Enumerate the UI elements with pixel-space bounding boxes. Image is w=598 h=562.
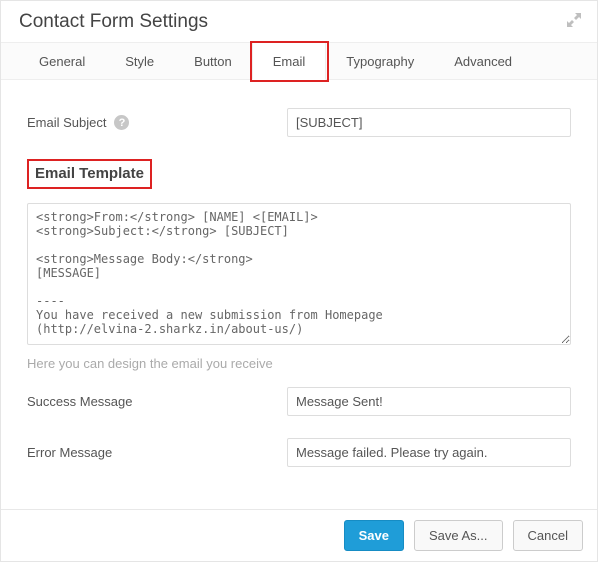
save-as-button[interactable]: Save As... xyxy=(414,520,503,551)
tab-typography[interactable]: Typography xyxy=(326,43,434,79)
label-success: Success Message xyxy=(27,394,287,409)
cancel-button[interactable]: Cancel xyxy=(513,520,583,551)
email-subject-input[interactable] xyxy=(287,108,571,137)
label-text: Email Subject xyxy=(27,115,106,130)
modal-footer: Save Save As... Cancel xyxy=(1,509,597,561)
tab-advanced[interactable]: Advanced xyxy=(434,43,532,79)
success-message-input[interactable] xyxy=(287,387,571,416)
tab-button[interactable]: Button xyxy=(174,43,252,79)
settings-modal: Contact Form Settings General Style Butt… xyxy=(0,0,598,562)
tab-style[interactable]: Style xyxy=(105,43,174,79)
row-email-subject: Email Subject ? xyxy=(27,108,571,137)
label-email-subject: Email Subject ? xyxy=(27,115,287,130)
email-template-textarea[interactable] xyxy=(27,203,571,345)
help-icon[interactable]: ? xyxy=(114,115,129,130)
template-hint: Here you can design the email you receiv… xyxy=(27,356,571,371)
tab-general[interactable]: General xyxy=(19,43,105,79)
modal-title: Contact Form Settings xyxy=(19,11,208,33)
section-title-text: Email Template xyxy=(35,165,144,182)
tab-bar: General Style Button Email Typography Ad… xyxy=(1,42,597,80)
content-area[interactable]: Email Subject ? Email Template Here you … xyxy=(1,80,597,509)
row-error: Error Message xyxy=(27,438,571,467)
error-message-input[interactable] xyxy=(287,438,571,467)
row-success: Success Message xyxy=(27,387,571,416)
tab-email[interactable]: Email xyxy=(252,43,327,80)
save-button[interactable]: Save xyxy=(344,520,404,551)
section-email-template: Email Template xyxy=(27,159,152,189)
expand-icon[interactable] xyxy=(557,9,591,34)
label-error: Error Message xyxy=(27,445,287,460)
modal-header: Contact Form Settings xyxy=(1,1,597,42)
